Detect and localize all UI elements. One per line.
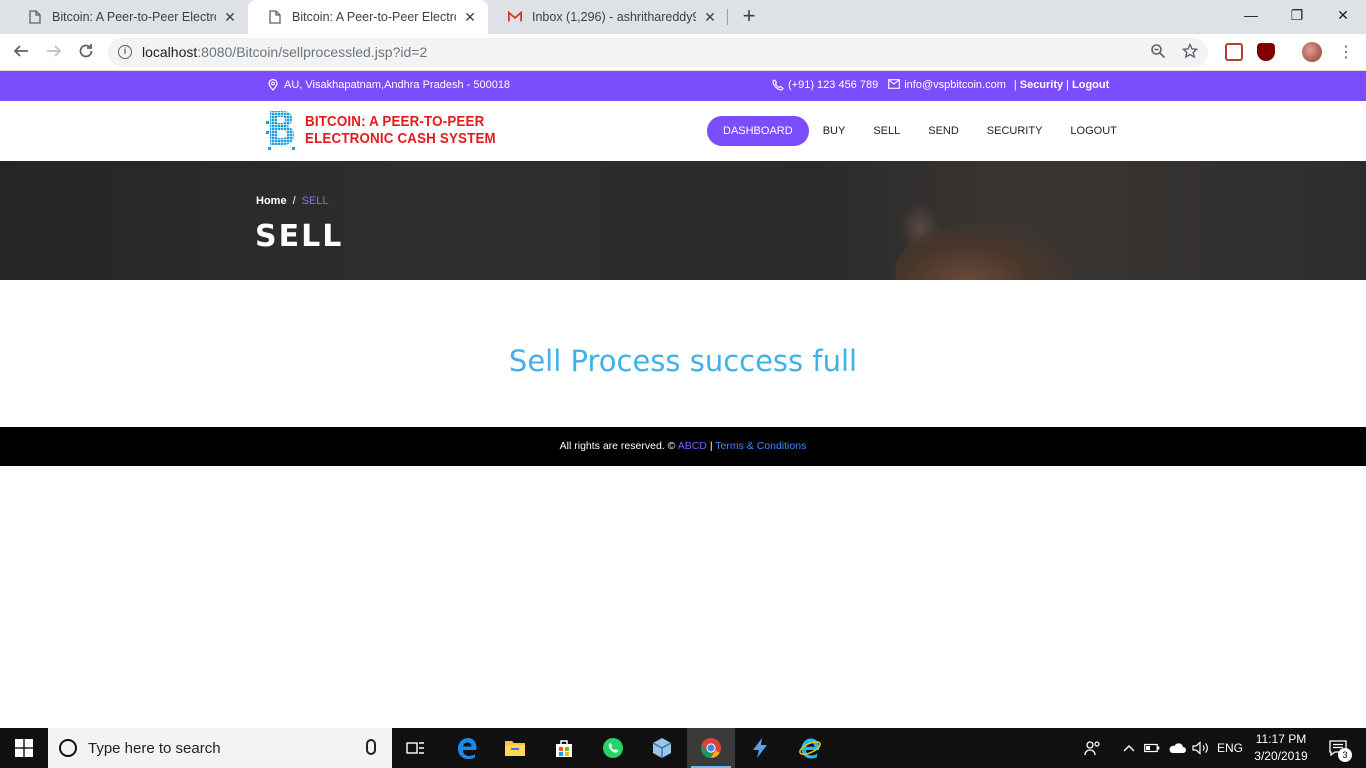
email-link[interactable]: info@vspbitcoin.com bbox=[904, 79, 1006, 91]
logo-line-1: BITCOIN: A PEER-TO-PEER bbox=[305, 114, 485, 130]
eclipse-ide-icon[interactable] bbox=[736, 728, 784, 768]
volume-icon[interactable] bbox=[1190, 728, 1212, 768]
windows-start-icon[interactable] bbox=[0, 728, 48, 768]
site-topbar: AU, Visakhapatnam,Andhra Pradesh - 50001… bbox=[0, 71, 1366, 101]
tab-title: Bitcoin: A Peer-to-Peer Electronic Cash … bbox=[52, 10, 216, 24]
browser-tab-2[interactable]: Bitcoin: A Peer-to-Peer Electronic Cash … bbox=[248, 0, 488, 34]
copyright-text: All rights are reserved. © bbox=[559, 440, 676, 452]
search-placeholder: Type here to search bbox=[88, 740, 221, 757]
maximize-button[interactable]: ❐ bbox=[1274, 0, 1320, 30]
browser-toolbar: i localhost:8080/Bitcoin/sellprocessled.… bbox=[0, 34, 1366, 71]
reload-icon[interactable] bbox=[73, 40, 99, 66]
close-tab-icon[interactable]: ✕ bbox=[462, 9, 478, 26]
bitcoin-logo-icon[interactable] bbox=[266, 107, 296, 155]
page-icon bbox=[28, 10, 42, 24]
tab-divider bbox=[727, 9, 728, 25]
notification-count-badge: 3 bbox=[1338, 748, 1352, 762]
browser-tabstrip: Bitcoin: A Peer-to-Peer Electronic Cash … bbox=[0, 0, 1366, 34]
whatsapp-icon[interactable] bbox=[589, 728, 637, 768]
file-explorer-icon[interactable] bbox=[491, 728, 539, 768]
close-tab-icon[interactable]: ✕ bbox=[702, 9, 718, 26]
page-banner: Home / SELL SELL bbox=[0, 161, 1366, 280]
logo-line-2: ELECTRONIC CASH SYSTEM bbox=[305, 131, 496, 147]
edge-browser-icon[interactable] bbox=[443, 728, 491, 768]
nav-buy[interactable]: BUY bbox=[809, 116, 860, 146]
envelope-icon bbox=[888, 79, 901, 91]
back-arrow-icon[interactable] bbox=[8, 40, 34, 66]
internet-explorer-icon[interactable] bbox=[786, 728, 834, 768]
nav-security[interactable]: SECURITY bbox=[973, 116, 1057, 146]
breadcrumb: Home / SELL bbox=[256, 195, 329, 207]
success-message: Sell Process success full bbox=[508, 344, 858, 378]
onedrive-cloud-icon[interactable] bbox=[1166, 728, 1188, 768]
language-indicator[interactable]: ENG bbox=[1214, 728, 1246, 768]
people-icon[interactable] bbox=[1080, 728, 1106, 768]
address-bar[interactable]: i localhost:8080/Bitcoin/sellprocessled.… bbox=[108, 38, 1208, 67]
info-icon[interactable]: i bbox=[118, 45, 132, 59]
breadcrumb-separator: / bbox=[292, 195, 296, 207]
pocket-extension-icon[interactable] bbox=[1225, 43, 1243, 61]
phone-icon bbox=[772, 79, 784, 91]
breadcrumb-current: SELL bbox=[301, 195, 329, 207]
location-pin-icon bbox=[268, 78, 280, 91]
nav-send[interactable]: SEND bbox=[914, 116, 973, 146]
task-view-icon[interactable] bbox=[392, 728, 440, 768]
main-nav: DASHBOARD BUY SELL SEND SECURITY LOGOUT bbox=[707, 116, 1131, 146]
nav-logout[interactable]: LOGOUT bbox=[1056, 116, 1130, 146]
site-header: BITCOIN: A PEER-TO-PEER ELECTRONIC CASH … bbox=[0, 101, 1366, 161]
chevron-up-icon[interactable] bbox=[1118, 728, 1140, 768]
address-text: AU, Visakhapatnam,Andhra Pradesh - 50001… bbox=[284, 79, 511, 91]
tab-title: Bitcoin: A Peer-to-Peer Electronic Cash … bbox=[292, 10, 456, 24]
url-text[interactable]: localhost:8080/Bitcoin/sellprocessled.js… bbox=[142, 44, 427, 60]
security-link[interactable]: Security bbox=[1020, 79, 1063, 91]
new-tab-button[interactable]: + bbox=[737, 4, 761, 28]
address-info: AU, Visakhapatnam,Andhra Pradesh - 50001… bbox=[268, 78, 511, 91]
terms-link[interactable]: Terms & Conditions bbox=[715, 440, 806, 452]
contact-info: (+91) 123 456 789 info@vspbitcoin.com | … bbox=[772, 79, 1109, 91]
browser-tab-1[interactable]: Bitcoin: A Peer-to-Peer Electronic Cash … bbox=[8, 0, 248, 34]
cortana-icon bbox=[59, 739, 77, 757]
divider: | bbox=[1066, 79, 1070, 91]
close-window-button[interactable]: ✕ bbox=[1320, 0, 1366, 30]
gmail-icon bbox=[508, 10, 522, 24]
nav-dashboard[interactable]: DASHBOARD bbox=[707, 116, 809, 146]
action-center-icon[interactable]: 3 bbox=[1318, 728, 1358, 768]
menu-kebab-icon[interactable]: ⋮ bbox=[1333, 40, 1359, 66]
nav-sell[interactable]: SELL bbox=[859, 116, 914, 146]
windows-taskbar: Type here to search ENG 11:17 PM 3/20/20… bbox=[0, 728, 1366, 768]
chrome-icon[interactable] bbox=[687, 728, 735, 768]
url-path: :8080/Bitcoin/sellprocessled.jsp?id=2 bbox=[197, 44, 428, 60]
virtualbox-icon[interactable] bbox=[638, 728, 686, 768]
browser-tab-3[interactable]: Inbox (1,296) - ashrithareddy916@gmail.c… bbox=[488, 0, 728, 34]
phone-text: (+91) 123 456 789 bbox=[788, 79, 879, 91]
ublock-extension-icon[interactable] bbox=[1257, 43, 1275, 61]
clock-date: 3/20/2019 bbox=[1254, 749, 1308, 763]
site-logo-text[interactable]: BITCOIN: A PEER-TO-PEER ELECTRONIC CASH … bbox=[305, 114, 496, 148]
site-footer: All rights are reserved. © ABCD | Terms … bbox=[0, 427, 1366, 466]
taskbar-search-input[interactable]: Type here to search bbox=[48, 728, 392, 768]
zoom-icon[interactable] bbox=[1148, 43, 1168, 63]
divider: | bbox=[1013, 79, 1017, 91]
breadcrumb-home[interactable]: Home bbox=[256, 195, 287, 207]
logout-link[interactable]: Logout bbox=[1072, 79, 1109, 91]
page-title: SELL bbox=[255, 219, 344, 254]
taskbar-clock[interactable]: 11:17 PM 3/20/2019 bbox=[1248, 731, 1314, 765]
company-link[interactable]: ABCD bbox=[678, 440, 707, 452]
clock-time: 11:17 PM bbox=[1255, 732, 1307, 746]
footer-divider: | bbox=[709, 440, 713, 452]
url-host: localhost bbox=[142, 44, 198, 60]
tab-title: Inbox (1,296) - ashrithareddy916@gmail.c… bbox=[532, 10, 696, 24]
microphone-icon[interactable] bbox=[366, 739, 376, 755]
bookmark-star-icon[interactable] bbox=[1180, 42, 1200, 63]
store-icon[interactable] bbox=[540, 728, 588, 768]
battery-icon[interactable] bbox=[1142, 728, 1162, 768]
profile-avatar[interactable] bbox=[1302, 42, 1322, 62]
page-icon bbox=[268, 10, 282, 24]
minimize-button[interactable]: — bbox=[1228, 0, 1274, 30]
forward-arrow-icon[interactable] bbox=[41, 40, 67, 66]
close-tab-icon[interactable]: ✕ bbox=[222, 9, 238, 26]
